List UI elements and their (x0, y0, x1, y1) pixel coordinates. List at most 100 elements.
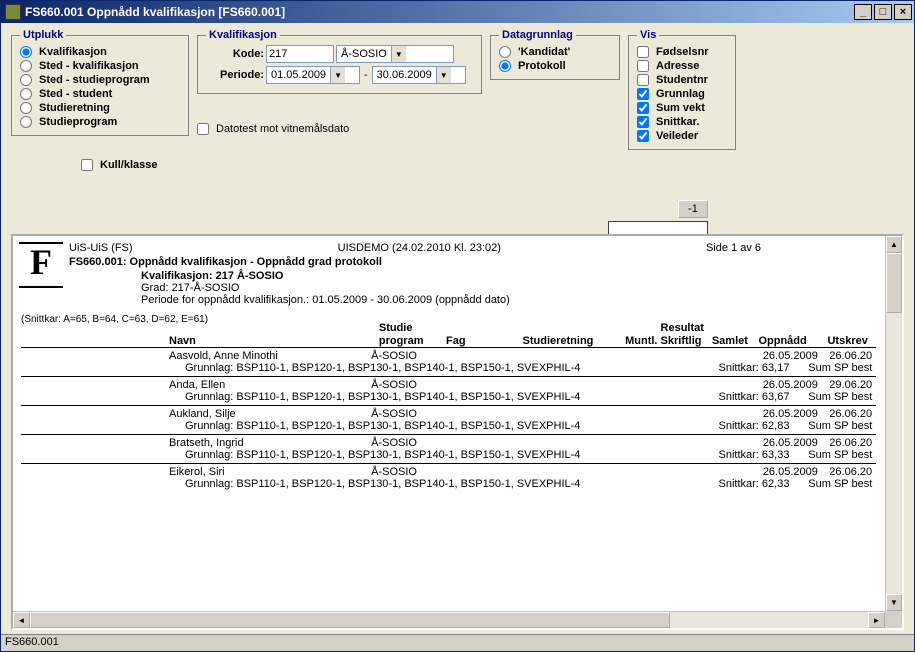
minus-one-button[interactable]: -1 (678, 200, 708, 218)
student-name: Aukland, Silje (169, 408, 371, 420)
chk-adresse[interactable] (637, 60, 649, 72)
student-grunnlag: Grunnlag: BSP110-1, BSP120-1, BSP130-1, … (185, 391, 719, 403)
student-row: Aukland, SiljeÅ-SOSIO26.05.200926.06.20G… (21, 405, 876, 434)
student-row: Anda, EllenÅ-SOSIO26.05.200929.06.20Grun… (21, 376, 876, 405)
student-utskrev: 26.06.20 (829, 437, 876, 449)
radio-sted-kvalifikasjon[interactable] (20, 60, 32, 72)
dash: - (362, 69, 370, 81)
label-sted-kvalifikasjon: Sted - kvalifikasjon (39, 60, 139, 72)
col-samlet: Samlet (712, 335, 759, 347)
student-program: Å-SOSIO (371, 379, 763, 391)
label-snittkar: Snittkar. (656, 116, 699, 128)
kode-combo-value: Å-SOSIO (337, 46, 391, 62)
periode-to-value: 30.06.2009 (373, 67, 436, 83)
datagrunnlag-group: Datagrunnlag 'Kandidat' Protokoll (490, 29, 620, 80)
label-sted-studieprogram: Sted - studieprogram (39, 74, 150, 86)
column-headers: Navn Studie program Fag Studieretning Mu… (21, 335, 876, 347)
student-grunnlag: Grunnlag: BSP110-1, BSP120-1, BSP130-1, … (185, 362, 719, 374)
student-sumsp: Sum SP best (808, 478, 876, 490)
periode-to-combo[interactable]: 30.06.2009 (372, 66, 466, 84)
scroll-right-icon[interactable]: ► (868, 612, 885, 628)
datotest-checkbox[interactable] (197, 123, 209, 135)
maximize-button[interactable]: □ (874, 4, 892, 20)
chk-snittkar[interactable] (637, 116, 649, 128)
radio-protokoll[interactable] (499, 60, 511, 72)
student-sumsp: Sum SP best (808, 391, 876, 403)
vis-group: Vis Fødselsnr Adresse Studentnr Grunnlag… (628, 29, 736, 150)
periode-label: Periode: (206, 69, 264, 81)
radio-studieprogram[interactable] (20, 116, 32, 128)
chk-kull-klasse[interactable] (81, 159, 93, 171)
student-utskrev: 26.06.20 (829, 350, 876, 362)
student-program: Å-SOSIO (371, 408, 763, 420)
student-row: Aasvold, Anne MinothiÅ-SOSIO26.05.200926… (21, 347, 876, 376)
radio-studieretning[interactable] (20, 102, 32, 114)
label-sted-student: Sted - student (39, 88, 112, 100)
kvalifikasjon-legend: Kvalifikasjon (206, 29, 280, 41)
chevron-down-icon[interactable] (436, 67, 451, 83)
minimize-button[interactable]: _ (854, 4, 872, 20)
student-oppnadd: 26.05.2009 (763, 379, 829, 391)
kvalifikasjon-group: Kvalifikasjon Kode: Å-SOSIO Periode: 01.… (197, 29, 482, 94)
label-kvalifikasjon: Kvalifikasjon (39, 46, 107, 58)
label-studieprogram: Studieprogram (39, 116, 117, 128)
student-grunnlag: Grunnlag: BSP110-1, BSP120-1, BSP130-1, … (185, 420, 719, 432)
chk-sumvekt[interactable] (637, 102, 649, 114)
chevron-down-icon[interactable] (330, 67, 345, 83)
chk-veileder[interactable] (637, 130, 649, 142)
radio-kvalifikasjon[interactable] (20, 46, 32, 58)
student-oppnadd: 26.05.2009 (763, 466, 829, 478)
report-title: FS660.001: Oppnådd kvalifikasjon - Oppnå… (69, 256, 876, 268)
radio-sted-student[interactable] (20, 88, 32, 100)
periode-from-combo[interactable]: 01.05.2009 (266, 66, 360, 84)
scroll-down-icon[interactable]: ▼ (886, 594, 902, 611)
student-list: Aasvold, Anne MinothiÅ-SOSIO26.05.200926… (21, 347, 876, 492)
vscroll-thumb[interactable] (886, 253, 902, 313)
scroll-left-icon[interactable]: ◄ (13, 612, 30, 628)
hscroll-thumb[interactable] (30, 612, 670, 628)
report-frame: F UiS-UiS (FS) UISDEMO (24.02.2010 Kl. 2… (11, 234, 904, 630)
chk-grunnlag[interactable] (637, 88, 649, 100)
col-studieprog-bot: program (379, 335, 446, 347)
col-studieretning: Studieretning (523, 335, 626, 347)
report-page: Side 1 av 6 (706, 242, 876, 254)
chk-fodselsnr[interactable] (637, 46, 649, 58)
student-oppnadd: 26.05.2009 (763, 350, 829, 362)
close-button[interactable]: × (894, 4, 912, 20)
label-grunnlag: Grunnlag (656, 88, 705, 100)
label-studentnr: Studentnr (656, 74, 708, 86)
student-sumsp: Sum SP best (808, 420, 876, 432)
radio-kandidat[interactable] (499, 46, 511, 58)
statusbar-text: FS660.001 (5, 636, 59, 648)
snitt-legend: (Snittkar: A=65, B=64, C=63, D=62, E=61) (21, 314, 876, 325)
student-row: Bratseth, IngridÅ-SOSIO26.05.200926.06.2… (21, 434, 876, 463)
student-snittkar: Snittkar: 62,33 (719, 478, 809, 490)
col-skriftlig: Skriftlig (661, 335, 712, 347)
student-name: Aasvold, Anne Minothi (169, 350, 371, 362)
chevron-down-icon[interactable] (391, 46, 406, 62)
col-studieprog-top: Studie (379, 322, 413, 334)
col-fag: Fag (446, 335, 522, 347)
radio-sted-studieprogram[interactable] (20, 74, 32, 86)
vertical-scrollbar[interactable]: ▲ ▼ (885, 236, 902, 611)
kode-input[interactable] (266, 45, 334, 63)
utplukk-legend: Utplukk (20, 29, 66, 41)
label-fodselsnr: Fødselsnr (656, 46, 709, 58)
scroll-up-icon[interactable]: ▲ (886, 236, 902, 253)
datagrunnlag-legend: Datagrunnlag (499, 29, 576, 41)
scroll-corner (885, 611, 902, 628)
student-snittkar: Snittkar: 63,67 (719, 391, 809, 403)
report-viewport[interactable]: F UiS-UiS (FS) UISDEMO (24.02.2010 Kl. 2… (13, 236, 884, 610)
window-title: FS660.001 Oppnådd kvalifikasjon [FS660.0… (25, 5, 285, 19)
student-snittkar: Snittkar: 63,33 (719, 449, 809, 461)
kode-combo[interactable]: Å-SOSIO (336, 45, 454, 63)
periode-from-value: 01.05.2009 (267, 67, 330, 83)
label-veileder: Veileder (656, 130, 698, 142)
col-muntl: Muntl. (625, 335, 660, 347)
student-snittkar: Snittkar: 63,17 (719, 362, 809, 374)
horizontal-scrollbar[interactable]: ◄ ► (13, 611, 885, 628)
label-kandidat: 'Kandidat' (518, 46, 570, 58)
chk-studentnr[interactable] (637, 74, 649, 86)
label-kull-klasse: Kull/klasse (100, 159, 157, 171)
app-icon (5, 4, 21, 20)
